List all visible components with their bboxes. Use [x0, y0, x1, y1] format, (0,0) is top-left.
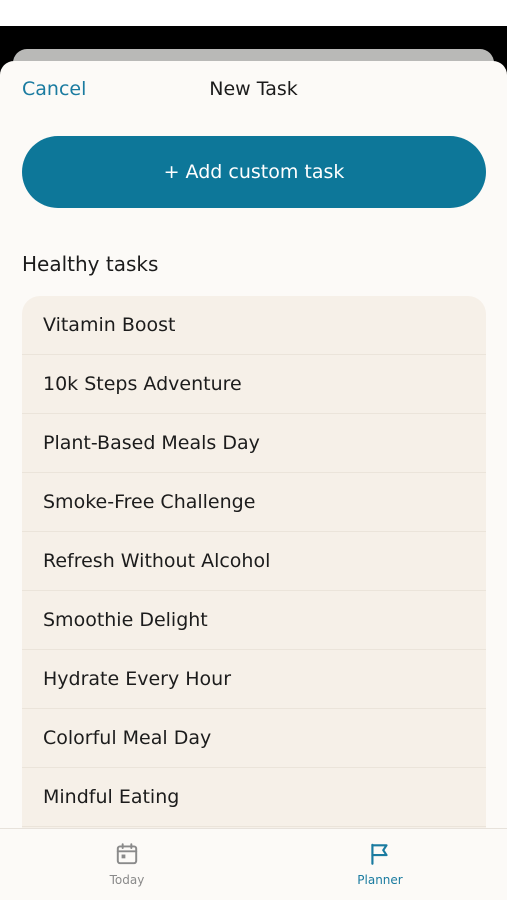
tab-today-label: Today: [109, 873, 145, 887]
screen: New Task Cancel + Add custom task Health…: [0, 0, 507, 900]
list-item-refresh-without-alcohol[interactable]: Refresh Without Alcohol: [22, 532, 486, 591]
list-item-smoothie-delight[interactable]: Smoothie Delight: [22, 591, 486, 650]
list-item-plant-based-meals[interactable]: Plant-Based Meals Day: [22, 414, 486, 473]
list-item-smoke-free[interactable]: Smoke-Free Challenge: [22, 473, 486, 532]
tab-planner[interactable]: Planner: [320, 841, 440, 887]
section-heading: Healthy tasks: [22, 252, 159, 276]
list-item-colorful-meal-day[interactable]: Colorful Meal Day: [22, 709, 486, 768]
tab-bar: Today Planner: [0, 828, 507, 900]
tab-today[interactable]: Today: [67, 841, 187, 887]
list-item-vitamin-boost[interactable]: Vitamin Boost: [22, 296, 486, 355]
cancel-button[interactable]: Cancel: [22, 76, 86, 102]
add-custom-task-button[interactable]: + Add custom task: [22, 136, 486, 208]
list-item-mindful-eating[interactable]: Mindful Eating: [22, 768, 486, 827]
list-item-10k-steps[interactable]: 10k Steps Adventure: [22, 355, 486, 414]
calendar-icon: [116, 843, 138, 865]
list-item-hydrate-every-hour[interactable]: Hydrate Every Hour: [22, 650, 486, 709]
tab-planner-label: Planner: [357, 873, 403, 887]
flag-icon: [371, 843, 388, 865]
new-task-sheet: New Task Cancel + Add custom task Health…: [0, 61, 507, 900]
status-bar: [0, 0, 507, 26]
task-list: Vitamin Boost 10k Steps Adventure Plant-…: [22, 296, 486, 886]
